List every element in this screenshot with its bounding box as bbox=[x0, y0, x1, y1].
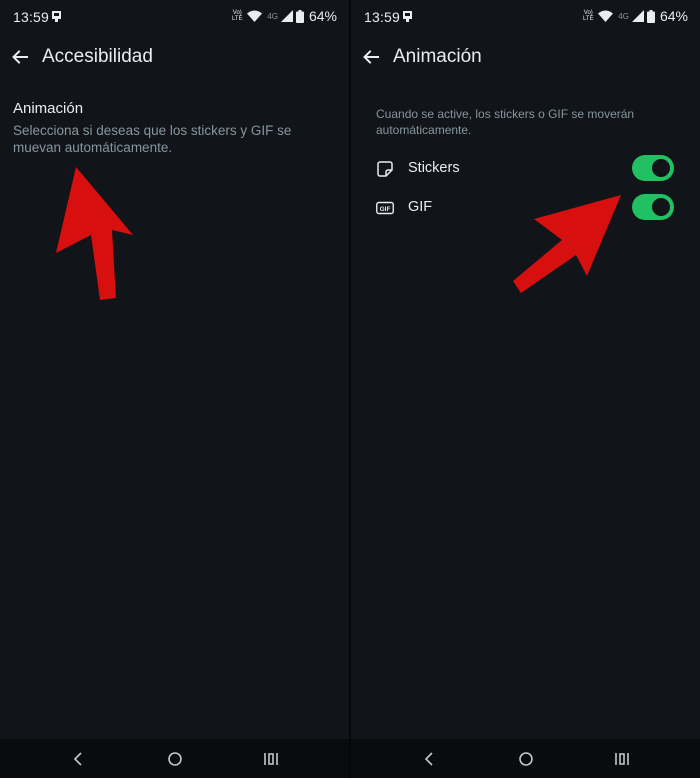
svg-text:GIF: GIF bbox=[380, 206, 391, 213]
status-bar: 13:59 Vo) LTE 4G 64% bbox=[351, 0, 700, 34]
stickers-toggle[interactable] bbox=[632, 155, 674, 181]
nav-home-icon[interactable] bbox=[166, 750, 184, 768]
toggle-knob bbox=[652, 198, 670, 216]
sticker-icon bbox=[377, 161, 393, 177]
wifi-icon bbox=[598, 10, 614, 22]
status-bar: 13:59 Vo) LTE 4G 64% bbox=[0, 0, 349, 34]
gif-icon: GIF bbox=[376, 201, 394, 215]
page-title: Accesibilidad bbox=[42, 46, 153, 67]
sim-icon bbox=[403, 11, 412, 22]
battery-level: 64% bbox=[659, 8, 688, 24]
nav-recents-icon[interactable] bbox=[262, 750, 280, 768]
navigation-bar bbox=[0, 739, 349, 778]
app-bar: Animación bbox=[351, 34, 700, 82]
signal-icon bbox=[631, 10, 644, 22]
battery-level: 64% bbox=[308, 8, 337, 24]
nav-back-icon[interactable] bbox=[421, 750, 439, 768]
gif-toggle[interactable] bbox=[632, 194, 674, 220]
status-time: 13:59 bbox=[364, 9, 401, 25]
animation-setting-description: Selecciona si deseas que los stickers y … bbox=[13, 123, 292, 155]
network-type: 4G bbox=[618, 11, 629, 21]
animation-setting-title[interactable]: Animación bbox=[13, 100, 83, 117]
battery-icon bbox=[646, 9, 655, 23]
network-type: 4G bbox=[267, 11, 278, 21]
nav-back-icon[interactable] bbox=[70, 750, 88, 768]
volte-indicator: Vo) LTE bbox=[232, 10, 243, 22]
volte-indicator: Vo) LTE bbox=[583, 10, 594, 22]
toggle-knob bbox=[652, 159, 670, 177]
stickers-label: Stickers bbox=[408, 160, 460, 176]
screen-accesibilidad: 13:59 Vo) LTE 4G 64% Accesibilidad Anima… bbox=[0, 0, 349, 778]
back-arrow-icon[interactable] bbox=[361, 47, 381, 67]
gif-setting-row[interactable]: GIF GIF bbox=[351, 190, 700, 226]
screen-animacion: 13:59 Vo) LTE 4G 64% Animación Cuando se… bbox=[351, 0, 700, 778]
wifi-icon bbox=[247, 10, 263, 22]
status-time: 13:59 bbox=[13, 9, 50, 25]
navigation-bar bbox=[351, 739, 700, 778]
stickers-setting-row[interactable]: Stickers bbox=[351, 151, 700, 187]
sim-icon bbox=[52, 11, 61, 22]
nav-home-icon[interactable] bbox=[517, 750, 535, 768]
battery-icon bbox=[295, 9, 304, 23]
signal-icon bbox=[280, 10, 293, 22]
back-arrow-icon[interactable] bbox=[10, 47, 30, 67]
page-title: Animación bbox=[393, 46, 482, 67]
animation-description: Cuando se active, los stickers o GIF se … bbox=[376, 107, 635, 137]
nav-recents-icon[interactable] bbox=[613, 750, 631, 768]
app-bar: Accesibilidad bbox=[0, 34, 349, 82]
gif-label: GIF bbox=[408, 199, 433, 215]
